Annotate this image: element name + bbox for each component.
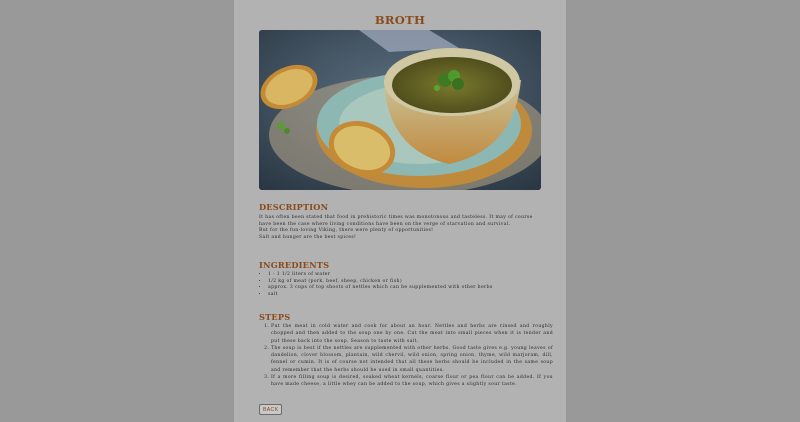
list-item: If a more filling soup is desired, soake… — [271, 374, 553, 389]
page-title: BROTH — [374, 13, 426, 27]
ingredients-heading: INGREDIENTS — [259, 260, 330, 270]
list-item: approx. 3 cups of top shoots of nettles … — [268, 285, 548, 292]
description-heading: DESCRIPTION — [259, 202, 329, 212]
hero-image — [259, 30, 541, 190]
back-button[interactable]: BACK — [259, 404, 283, 415]
steps-list: Put the meat in cold water and cook for … — [259, 323, 553, 389]
list-item: The soup is best if the nettles are supp… — [271, 345, 553, 374]
list-item: salt — [268, 292, 548, 299]
ingredients-list: 1 - 1 1/2 liters of water 1/2 kg of meat… — [259, 272, 548, 298]
description-text: It has often been stated that food in pr… — [259, 215, 541, 241]
list-item: Put the meat in cold water and cook for … — [271, 323, 553, 345]
description-paragraph: Salt and hunger are the best spices! — [259, 234, 357, 240]
description-paragraph: But for the fun-loving Viking, there wer… — [259, 228, 434, 234]
steps-heading: STEPS — [259, 312, 291, 322]
description-paragraph: It has often been stated that food in pr… — [259, 215, 533, 227]
recipe-panel: BROTH DESCRIPTION It has often been stat… — [234, 0, 566, 422]
list-item: 1 - 1 1/2 liters of water — [268, 272, 548, 279]
soup-photo — [259, 30, 541, 190]
